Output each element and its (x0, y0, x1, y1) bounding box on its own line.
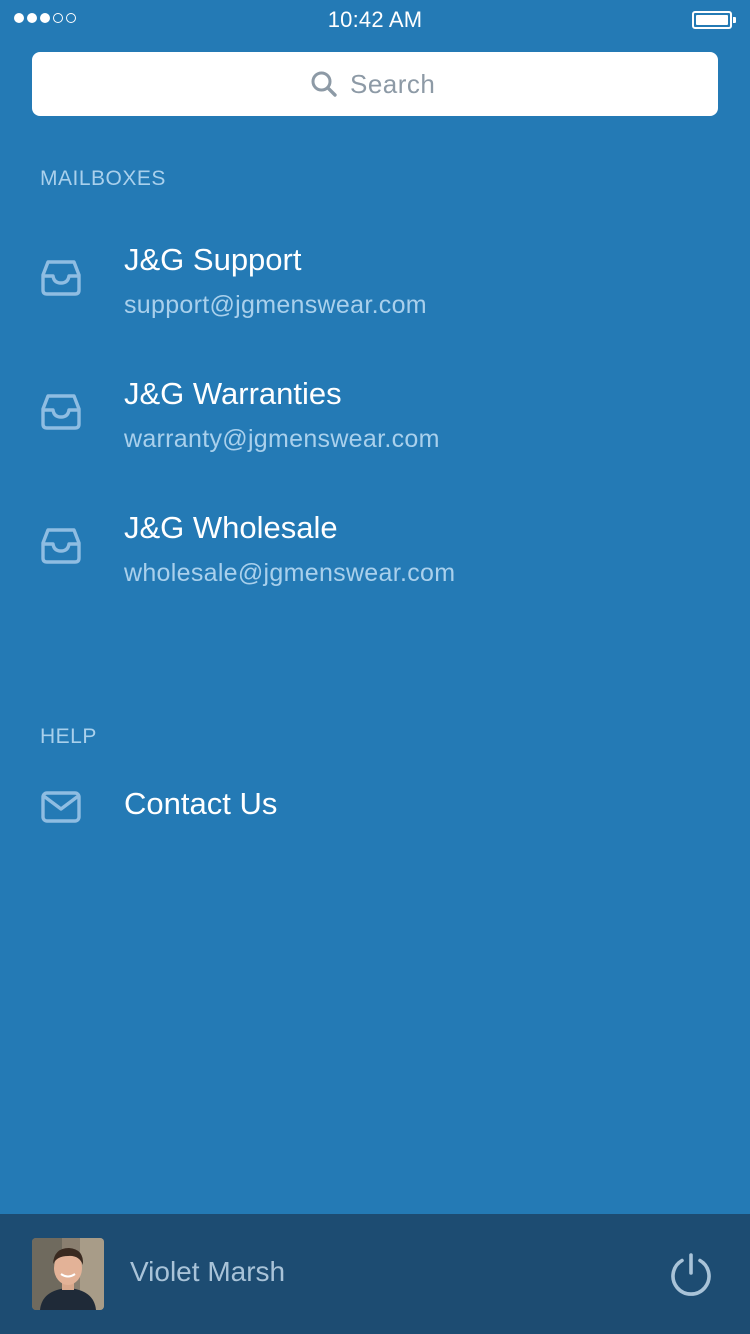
mailbox-item-warranties[interactable]: J&G Warranties warranty@jgmenswear.com (0, 364, 750, 474)
account-footer: Violet Marsh (0, 1214, 750, 1334)
contact-us-label: Contact Us (124, 786, 278, 821)
status-time: 10:42 AM (327, 7, 423, 32)
status-bar: 10:42 AM (0, 0, 750, 40)
mailbox-item-support[interactable]: J&G Support support@jgmenswear.com (0, 230, 750, 340)
search-icon (310, 70, 338, 98)
mailbox-item-wholesale[interactable]: J&G Wholesale wholesale@jgmenswear.com (0, 498, 750, 608)
mailbox-email: support@jgmenswear.com (124, 291, 427, 319)
mailbox-email: warranty@jgmenswear.com (124, 425, 440, 453)
power-icon (668, 1253, 714, 1302)
user-name: Violet Marsh (130, 1256, 286, 1287)
mailbox-name: J&G Wholesale (124, 510, 338, 545)
mailbox-name: J&G Support (124, 242, 302, 277)
contact-us-item[interactable]: Contact Us (0, 776, 750, 836)
inbox-tray-icon (40, 258, 82, 303)
envelope-icon (40, 790, 82, 829)
power-button[interactable] (668, 1252, 714, 1298)
inbox-tray-icon (40, 526, 82, 571)
mailbox-name: J&G Warranties (124, 376, 342, 411)
mailboxes-section-header: MAILBOXES (40, 167, 166, 190)
inbox-tray-icon (40, 392, 82, 437)
search-bar[interactable] (32, 52, 718, 116)
search-input[interactable] (350, 68, 440, 100)
help-section-header: HELP (40, 725, 97, 748)
mailbox-email: wholesale@jgmenswear.com (124, 559, 456, 587)
avatar[interactable] (32, 1238, 104, 1310)
battery-icon (692, 11, 736, 29)
